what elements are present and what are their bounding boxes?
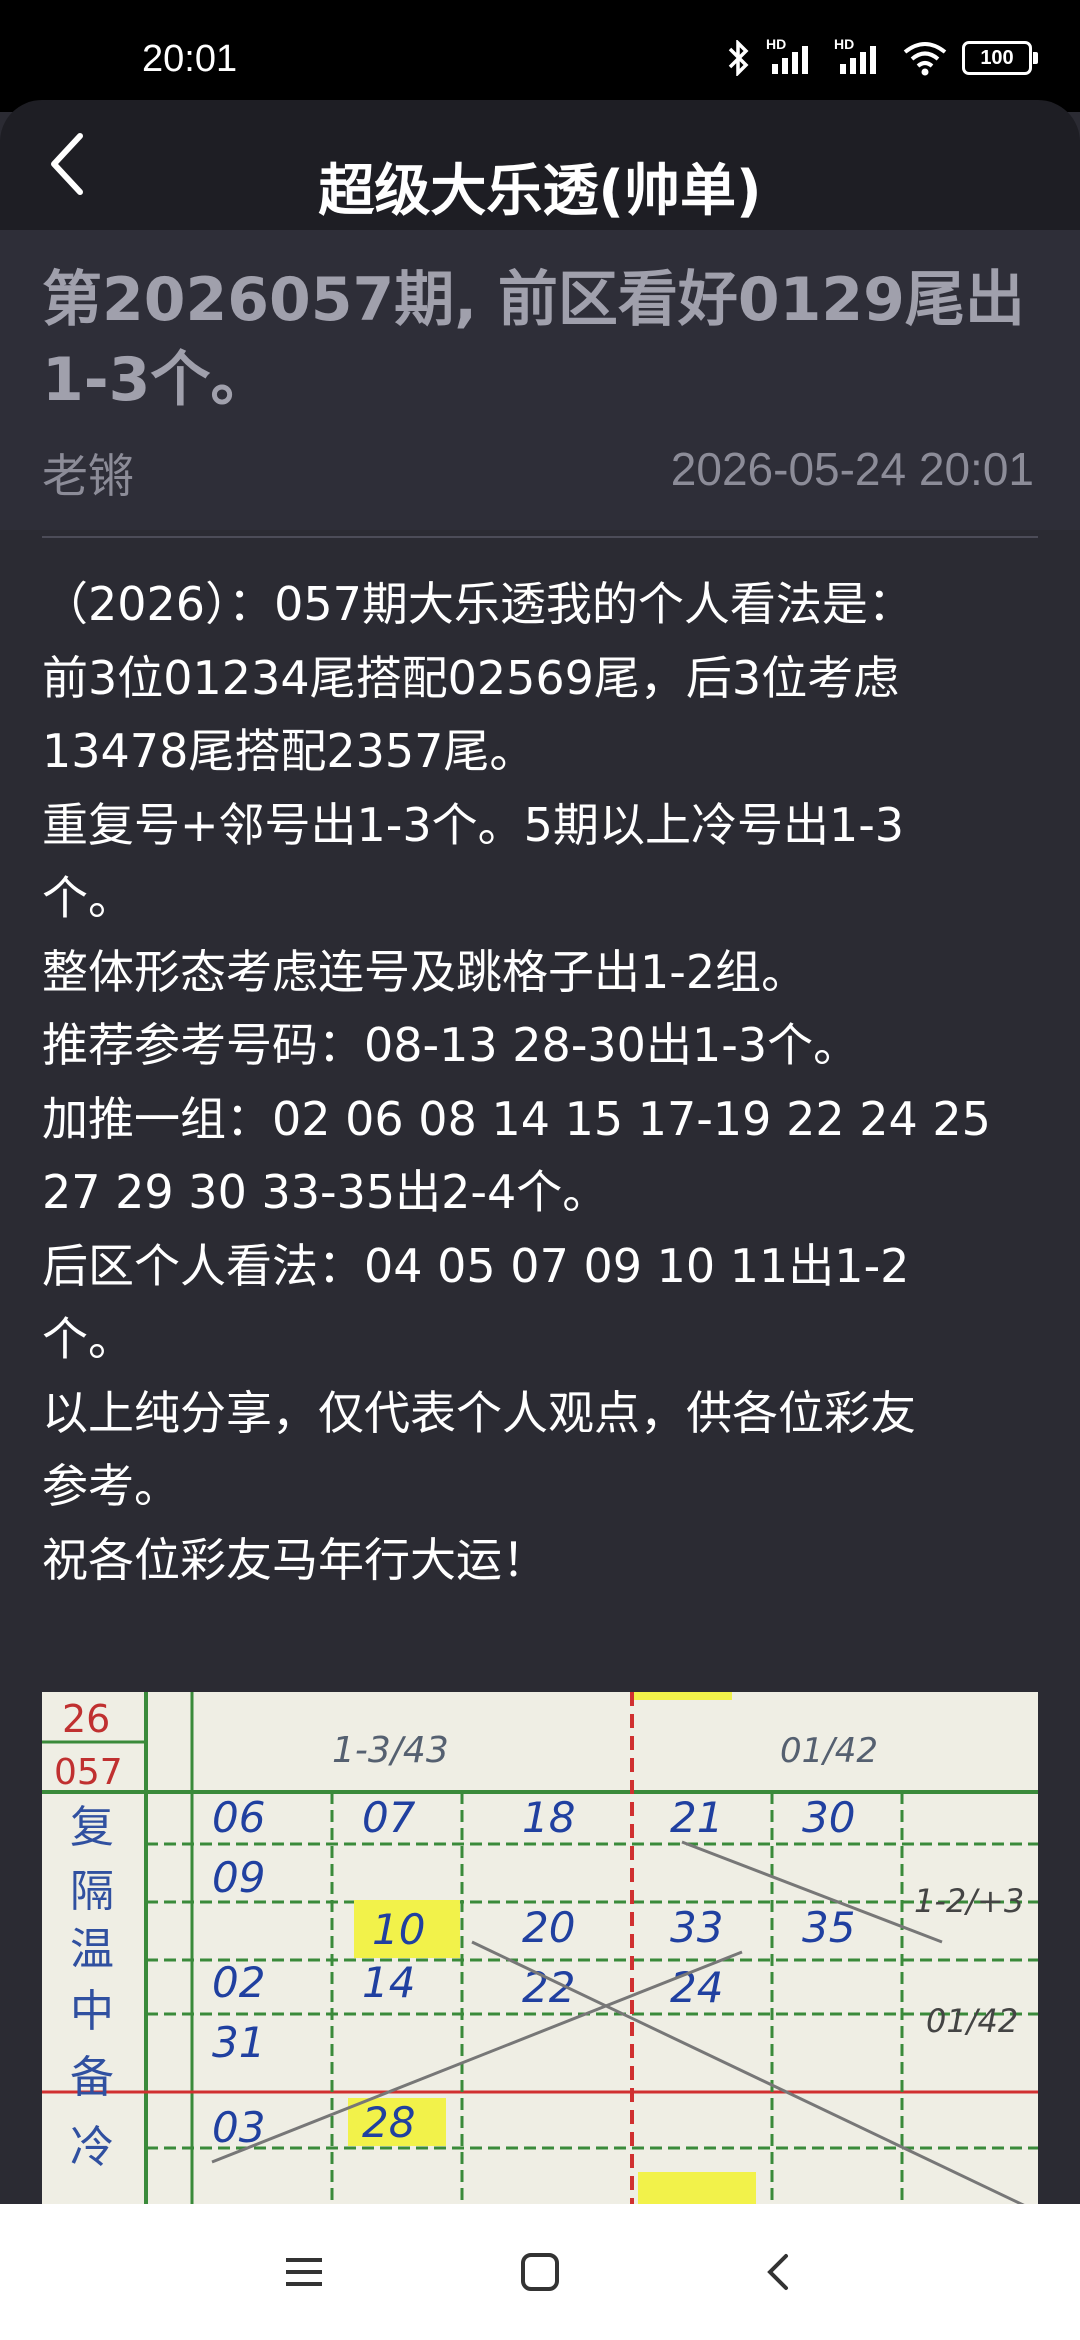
sheet-label: 26 — [62, 1697, 110, 1741]
status-bar: 20:01 HD HD 100 — [0, 0, 1080, 112]
body-line: 参考。 — [42, 1459, 180, 1513]
sheet-label: 冷 — [70, 2122, 114, 2173]
body-line: 27 29 30 33-35出2-4个。 — [42, 1165, 609, 1219]
sheet-number: 20 — [522, 1903, 575, 1952]
sheet-label: 057 — [54, 1752, 123, 1793]
body-line: 后区个人看法：04 05 07 09 10 11出1-2 — [42, 1238, 910, 1293]
publish-date: 2026-05-24 20:01 — [670, 443, 1034, 495]
article-photo[interactable]: 26 057 复 隔 温 中 备 冷 1-3/43 01/42 06 07 18… — [42, 1692, 1038, 2212]
sheet-number: 35 — [802, 1903, 855, 1952]
menu-icon — [286, 2258, 322, 2286]
back-icon — [767, 2254, 788, 2290]
sheet-number: 31 — [212, 2018, 265, 2067]
sheet-note: 01/42 — [926, 2002, 1018, 2040]
sheet-label: 中 — [70, 1986, 114, 2037]
sheet-label: 复 — [70, 1802, 114, 1853]
sheet-number: 33 — [670, 1903, 723, 1952]
sheet-number: 28 — [362, 2098, 415, 2147]
body-line: 以上纯分享，仅代表个人观点，供各位彩友 — [42, 1385, 916, 1440]
author-name[interactable]: 老锵 — [42, 440, 134, 506]
home-icon — [521, 2253, 559, 2291]
sheet-label: 温 — [70, 1924, 114, 1975]
lottery-sheet-image: 26 057 复 隔 温 中 备 冷 1-3/43 01/42 06 07 18… — [42, 1692, 1038, 2212]
body-line: 祝各位彩友马年行大运！ — [42, 1532, 548, 1587]
sheet-number: 07 — [362, 1793, 416, 1842]
body-line: 加推一组：02 06 08 14 15 17-19 22 24 25 — [42, 1091, 991, 1146]
sheet-note: 1-2/+3 — [914, 1882, 1024, 1920]
wifi-icon — [903, 42, 947, 76]
status-icons: HD HD 100 — [724, 36, 1038, 76]
article-body: （2026）：057期大乐透我的个人看法是： 前3位01234尾搭配02569尾… — [42, 568, 1052, 1597]
sheet-number: 09 — [212, 1853, 265, 1902]
page-title: 超级大乐透(帅单) — [318, 159, 762, 224]
sheet-number: 21 — [670, 1793, 723, 1842]
sheet-number: 10 — [372, 1905, 425, 1954]
article-title-line: 1-3个。 — [42, 345, 271, 415]
signal-icon: HD — [766, 36, 820, 76]
sheet-number: 14 — [362, 1958, 415, 2007]
article-header: 第2026057期, 前区看好0129尾出 1-3个。 老锵 2026-05-2… — [0, 230, 1080, 530]
divider — [42, 536, 1038, 538]
sheet-number: 18 — [522, 1793, 575, 1842]
body-line: （2026）：057期大乐透我的个人看法是： — [42, 577, 914, 631]
sheet-label: 隔 — [70, 1866, 114, 1917]
sheet-number: 30 — [802, 1793, 855, 1842]
article-title-line: 第2026057期, 前区看好0129尾出 — [42, 265, 1025, 335]
signal-icon: HD — [834, 36, 888, 76]
sheet-number: 02 — [212, 1958, 265, 2007]
app-header: 超级大乐透(帅单) — [0, 100, 1080, 230]
body-line: 推荐参考号码：08-13 28-30出1-3个。 — [42, 1018, 860, 1072]
battery-level: 100 — [980, 46, 1014, 69]
body-line: 个。 — [42, 1312, 134, 1366]
body-line: 重复号+邻号出1-3个。5期以上冷号出1-3 — [42, 797, 905, 852]
body-line: 前3位01234尾搭配02569尾，后3位考虑 — [42, 650, 900, 705]
body-line: 13478尾搭配2357尾。 — [42, 724, 536, 778]
article-title: 第2026057期, 前区看好0129尾出 1-3个。 — [42, 260, 1042, 420]
body-line: 个。 — [42, 871, 134, 925]
status-time: 20:01 — [142, 38, 238, 80]
home-button[interactable] — [508, 2240, 572, 2304]
body-line: 整体形态考虑连号及跳格子出1-2组。 — [42, 944, 808, 999]
nav-back-button[interactable] — [746, 2240, 810, 2304]
sheet-note: 1-3/43 — [332, 1730, 449, 1771]
sheet-number: 06 — [212, 1793, 265, 1842]
system-nav-bar — [0, 2204, 1080, 2340]
bluetooth-icon — [728, 40, 749, 76]
sheet-label: 备 — [70, 2052, 114, 2103]
menu-button[interactable] — [272, 2240, 336, 2304]
battery-icon: 100 — [962, 41, 1038, 75]
sheet-note: 01/42 — [780, 1731, 878, 1771]
